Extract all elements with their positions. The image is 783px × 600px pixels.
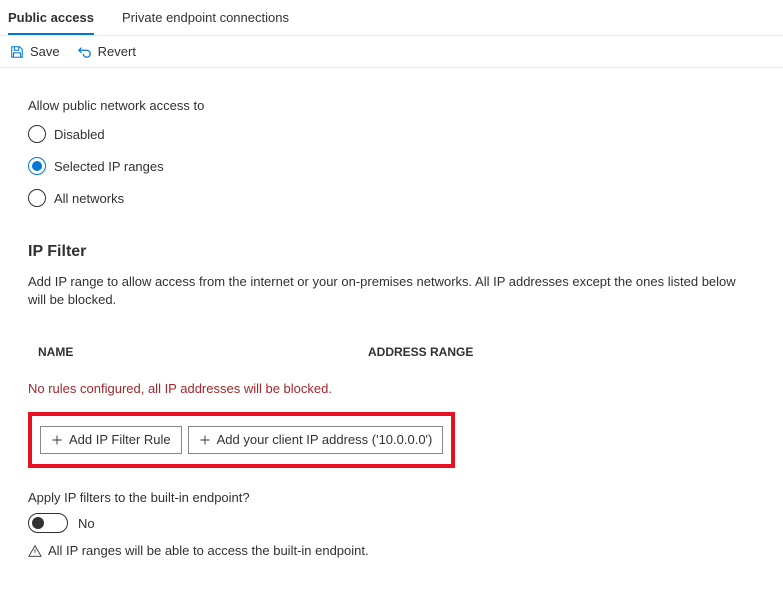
revert-button[interactable]: Revert <box>78 44 136 59</box>
access-label: Allow public network access to <box>28 98 755 113</box>
col-range-header: ADDRESS RANGE <box>368 345 745 359</box>
revert-icon <box>78 45 92 59</box>
content-area: Allow public network access to Disabled … <box>0 68 783 578</box>
ip-filter-table-header: NAME ADDRESS RANGE <box>28 337 755 367</box>
builtin-toggle[interactable] <box>28 513 68 533</box>
tab-private-endpoint[interactable]: Private endpoint connections <box>122 6 289 35</box>
toolbar: Save Revert <box>0 36 783 68</box>
plus-icon <box>51 434 63 446</box>
radio-all-networks[interactable]: All networks <box>28 189 755 207</box>
col-name-header: NAME <box>38 345 368 359</box>
builtin-info-text: All IP ranges will be able to access the… <box>48 543 369 558</box>
add-ip-filter-rule-button[interactable]: Add IP Filter Rule <box>40 426 182 454</box>
tab-bar: Public access Private endpoint connectio… <box>0 0 783 36</box>
toggle-knob <box>32 517 44 529</box>
radio-label: Disabled <box>54 127 105 142</box>
button-label: Add your client IP address ('10.0.0.0') <box>217 431 433 449</box>
builtin-toggle-row: No <box>28 513 755 533</box>
save-label: Save <box>30 44 60 59</box>
radio-selected-ip-ranges[interactable]: Selected IP ranges <box>28 157 755 175</box>
ip-filter-description: Add IP range to allow access from the in… <box>28 273 755 309</box>
warning-icon <box>28 544 42 558</box>
builtin-toggle-value: No <box>78 516 95 531</box>
plus-icon <box>199 434 211 446</box>
highlight-box: Add IP Filter Rule Add your client IP ad… <box>28 412 455 468</box>
save-icon <box>10 45 24 59</box>
radio-icon <box>28 157 46 175</box>
radio-label: Selected IP ranges <box>54 159 164 174</box>
save-button[interactable]: Save <box>10 44 60 59</box>
radio-label: All networks <box>54 191 124 206</box>
button-label: Add IP Filter Rule <box>69 431 171 449</box>
revert-label: Revert <box>98 44 136 59</box>
ip-filter-heading: IP Filter <box>28 243 755 261</box>
builtin-endpoint-question: Apply IP filters to the built-in endpoin… <box>28 490 755 505</box>
access-radio-group: Disabled Selected IP ranges All networks <box>28 125 755 207</box>
tab-public-access[interactable]: Public access <box>8 6 94 35</box>
ip-filter-empty-message: No rules configured, all IP addresses wi… <box>28 381 755 396</box>
builtin-info-row: All IP ranges will be able to access the… <box>28 543 755 558</box>
add-client-ip-button[interactable]: Add your client IP address ('10.0.0.0') <box>188 426 444 454</box>
radio-disabled[interactable]: Disabled <box>28 125 755 143</box>
radio-icon <box>28 189 46 207</box>
radio-icon <box>28 125 46 143</box>
